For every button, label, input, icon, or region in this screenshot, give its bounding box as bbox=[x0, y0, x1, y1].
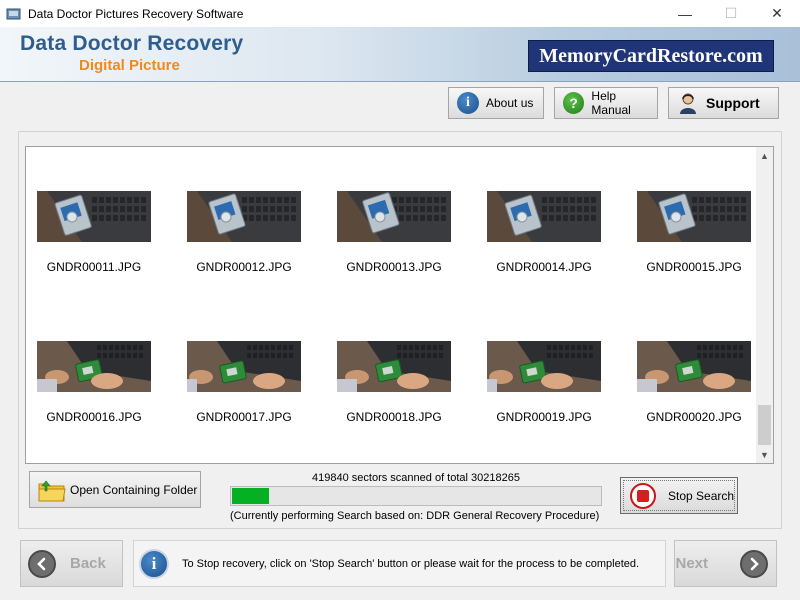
thumbnail-filename: GNDR00012.JPG bbox=[196, 260, 292, 274]
stop-search-button[interactable]: Stop Search bbox=[620, 477, 738, 514]
thumbnail-image[interactable] bbox=[337, 191, 451, 242]
window-title: Data Doctor Pictures Recovery Software bbox=[28, 6, 244, 21]
thumbnail-image[interactable] bbox=[337, 341, 451, 392]
support-person-icon bbox=[677, 92, 699, 114]
next-label: Next bbox=[675, 555, 708, 572]
thumbnail-image[interactable] bbox=[637, 191, 751, 242]
stop-search-label: Stop Search bbox=[668, 488, 735, 503]
help-manual-button[interactable]: ? Help Manual bbox=[554, 87, 658, 119]
thumbnail-image[interactable] bbox=[37, 341, 151, 392]
thumbnail-image[interactable] bbox=[187, 191, 301, 242]
thumbnail-filename: GNDR00011.JPG bbox=[46, 260, 142, 274]
header-banner: Data Doctor Recovery Digital Picture Mem… bbox=[0, 27, 800, 82]
help-icon: ? bbox=[563, 92, 585, 114]
procedure-text: (Currently performing Search based on: D… bbox=[230, 510, 600, 522]
thumbnail-image[interactable] bbox=[187, 341, 301, 392]
progress-fill bbox=[232, 488, 269, 504]
thumbnail-gallery[interactable]: GNDR00011.JPG GNDR00012.JPG GNDR00013.JPG G… bbox=[25, 146, 774, 464]
scroll-thumb[interactable] bbox=[758, 405, 771, 445]
thumbnail-image[interactable] bbox=[487, 341, 601, 392]
thumbnail-filename: GNDR00013.JPG bbox=[346, 260, 442, 274]
brand-title: Data Doctor Recovery bbox=[20, 32, 244, 55]
thumbnail-filename: GNDR00017.JPG bbox=[196, 410, 292, 424]
about-us-label: About us bbox=[486, 96, 534, 110]
app-icon bbox=[6, 7, 22, 21]
scan-status-text: 419840 sectors scanned of total 30218265 bbox=[312, 472, 520, 484]
next-button[interactable]: Next bbox=[674, 540, 777, 587]
minimize-button[interactable]: — bbox=[662, 0, 708, 27]
thumbnail-filename: GNDR00018.JPG bbox=[346, 410, 442, 424]
stop-icon bbox=[630, 482, 656, 509]
support-label: Support bbox=[706, 95, 760, 111]
info-icon: i bbox=[139, 548, 169, 579]
scroll-up-arrow-icon[interactable]: ▲ bbox=[756, 147, 773, 164]
open-containing-folder-button[interactable]: Open Containing Folder bbox=[29, 471, 201, 508]
back-button[interactable]: Back bbox=[20, 540, 123, 587]
back-label: Back bbox=[70, 555, 106, 572]
folder-icon bbox=[38, 479, 66, 501]
brand-subtitle: Digital Picture bbox=[79, 57, 180, 74]
thumbnail-filename: GNDR00020.JPG bbox=[646, 410, 742, 424]
arrow-left-icon bbox=[28, 549, 56, 578]
open-folder-label: Open Containing Folder bbox=[70, 482, 198, 497]
thumbnail-image[interactable] bbox=[37, 191, 151, 242]
scroll-down-arrow-icon[interactable]: ▼ bbox=[756, 446, 773, 463]
info-message-bar: i To Stop recovery, click on 'Stop Searc… bbox=[133, 540, 666, 587]
close-button[interactable]: ✕ bbox=[754, 0, 800, 27]
arrow-right-icon bbox=[740, 549, 768, 578]
title-bar: Data Doctor Pictures Recovery Software —… bbox=[0, 0, 800, 27]
thumbnail-filename: GNDR00019.JPG bbox=[496, 410, 592, 424]
info-message: To Stop recovery, click on 'Stop Search'… bbox=[182, 557, 640, 570]
vertical-scrollbar[interactable]: ▲ ▼ bbox=[756, 147, 773, 463]
about-us-button[interactable]: i About us bbox=[448, 87, 544, 119]
support-button[interactable]: Support bbox=[668, 87, 779, 119]
thumbnail-filename: GNDR00014.JPG bbox=[496, 260, 592, 274]
thumbnail-filename: GNDR00016.JPG bbox=[46, 410, 142, 424]
thumbnail-filename: GNDR00015.JPG bbox=[646, 260, 742, 274]
thumbnail-image[interactable] bbox=[487, 191, 601, 242]
maximize-button[interactable]: ☐ bbox=[708, 0, 754, 27]
info-icon: i bbox=[457, 92, 479, 114]
scan-progress-bar bbox=[230, 486, 602, 506]
website-logo: MemoryCardRestore.com bbox=[528, 40, 774, 72]
help-manual-label: Help Manual bbox=[591, 89, 631, 117]
thumbnail-image[interactable] bbox=[637, 341, 751, 392]
